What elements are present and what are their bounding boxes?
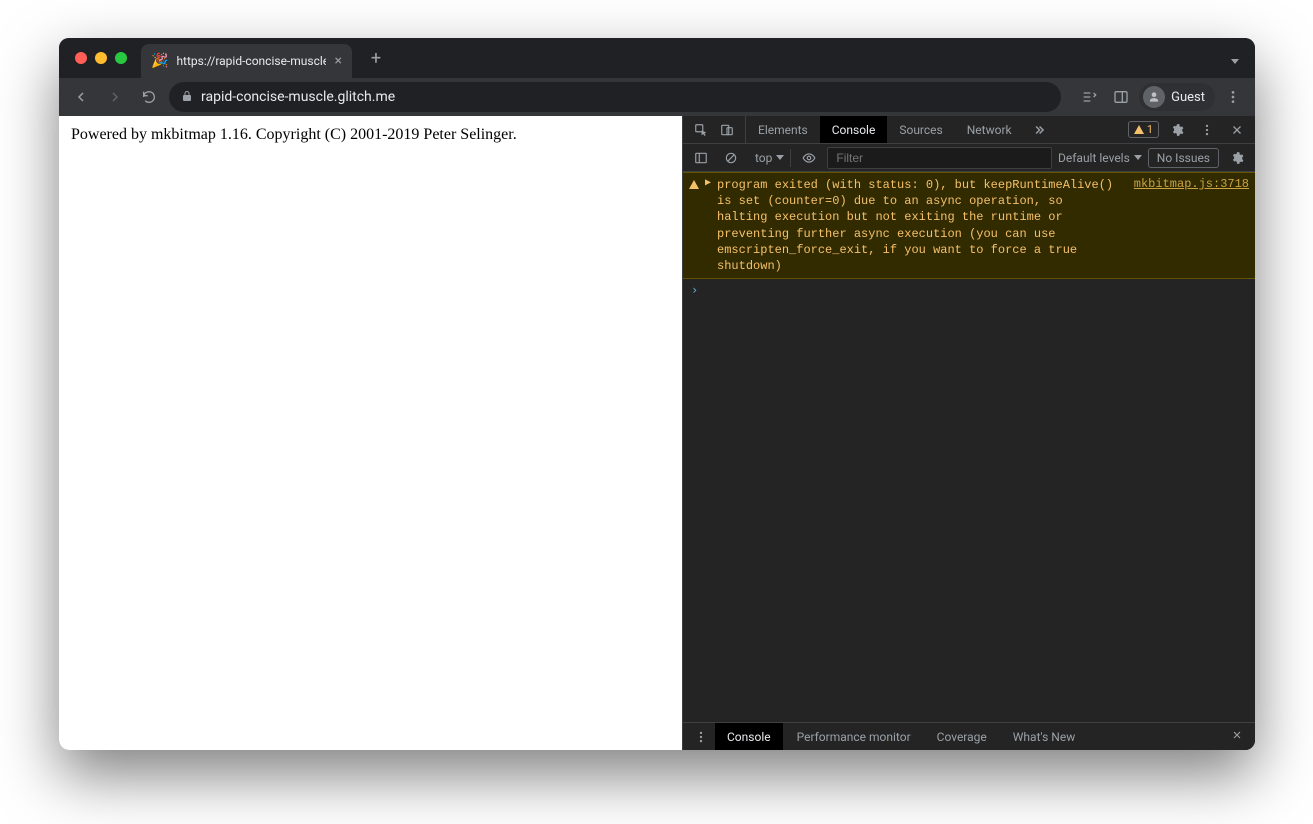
drawer-menu-icon[interactable] [689, 725, 713, 749]
page-viewport[interactable]: Powered by mkbitmap 1.16. Copyright (C) … [59, 116, 682, 750]
window-dropdown-button[interactable] [1231, 49, 1239, 68]
window-maximize-button[interactable] [115, 52, 127, 64]
live-expression-icon[interactable] [797, 146, 821, 170]
tab-network[interactable]: Network [955, 116, 1024, 143]
browser-window: 🎉 https://rapid-concise-muscle.g × + rap… [59, 38, 1255, 750]
content-row: Powered by mkbitmap 1.16. Copyright (C) … [59, 116, 1255, 750]
browser-menu-button[interactable] [1219, 83, 1247, 111]
context-label: top [755, 151, 772, 165]
devtools-menu-icon[interactable] [1195, 118, 1219, 142]
media-control-icon[interactable] [1075, 83, 1103, 111]
url-text: rapid-concise-muscle.glitch.me [201, 89, 395, 105]
profile-chip[interactable]: Guest [1139, 83, 1215, 111]
browser-toolbar: rapid-concise-muscle.glitch.me Guest [59, 78, 1255, 116]
profile-label: Guest [1171, 90, 1205, 105]
prompt-caret-icon: › [691, 283, 698, 297]
back-button[interactable] [67, 83, 95, 111]
devtools-panel: Elements Console Sources Network 1 [682, 116, 1255, 750]
console-settings-icon[interactable] [1225, 146, 1249, 170]
console-toolbar: top Default levels No Issues [683, 144, 1255, 172]
log-source-link[interactable]: mkbitmap.js:3718 [1134, 177, 1249, 274]
clear-console-icon[interactable] [719, 146, 743, 170]
console-log-row[interactable]: ▶ program exited (with status: 0), but k… [683, 172, 1255, 279]
tab-bar: 🎉 https://rapid-concise-muscle.g × + [59, 38, 1255, 78]
window-close-button[interactable] [75, 52, 87, 64]
drawer-tab-performance-monitor[interactable]: Performance monitor [785, 723, 923, 750]
warning-icon [1134, 125, 1144, 134]
log-message: program exited (with status: 0), but kee… [717, 177, 1118, 274]
tab-sources[interactable]: Sources [887, 116, 954, 143]
warnings-count: 1 [1147, 123, 1153, 136]
drawer-tab-console[interactable]: Console [715, 723, 783, 750]
tabs-overflow-button[interactable] [1024, 116, 1054, 143]
devtools-drawer: Console Performance monitor Coverage Wha… [683, 722, 1255, 750]
window-minimize-button[interactable] [95, 52, 107, 64]
devtools-close-icon[interactable] [1225, 118, 1249, 142]
warnings-badge[interactable]: 1 [1128, 121, 1159, 138]
tab-console[interactable]: Console [820, 116, 888, 143]
reload-button[interactable] [135, 83, 163, 111]
page-body-text: Powered by mkbitmap 1.16. Copyright (C) … [71, 126, 670, 144]
tab-elements[interactable]: Elements [746, 116, 820, 143]
device-toolbar-icon[interactable] [715, 118, 739, 142]
drawer-tab-whats-new[interactable]: What's New [1001, 723, 1087, 750]
devtools-settings-icon[interactable] [1165, 118, 1189, 142]
drawer-tab-coverage[interactable]: Coverage [925, 723, 999, 750]
tab-close-button[interactable]: × [334, 53, 341, 69]
filter-field[interactable] [827, 147, 1052, 169]
devtools-tabs: Elements Console Sources Network 1 [683, 116, 1255, 144]
console-output[interactable]: ▶ program exited (with status: 0), but k… [683, 172, 1255, 722]
traffic-lights [75, 52, 127, 64]
console-sidebar-toggle-icon[interactable] [689, 146, 713, 170]
filter-input[interactable] [827, 147, 1052, 169]
console-prompt[interactable]: › [683, 279, 1255, 301]
chevron-down-icon [1134, 155, 1142, 160]
tab-favicon-icon: 🎉 [151, 54, 168, 68]
side-panel-icon[interactable] [1107, 83, 1135, 111]
forward-button[interactable] [101, 83, 129, 111]
context-selector[interactable]: top [749, 149, 791, 167]
issues-button[interactable]: No Issues [1148, 148, 1219, 168]
drawer-close-button[interactable] [1225, 729, 1249, 744]
address-bar[interactable]: rapid-concise-muscle.glitch.me [169, 82, 1061, 112]
chevron-down-icon [776, 155, 784, 160]
lock-icon [181, 90, 193, 105]
levels-label: Default levels [1058, 151, 1130, 165]
toolbar-right-group: Guest [1075, 83, 1247, 111]
warning-icon [689, 180, 699, 189]
inspect-element-icon[interactable] [689, 118, 713, 142]
avatar-icon [1143, 86, 1165, 108]
tab-title: https://rapid-concise-muscle.g [176, 54, 326, 68]
log-levels-selector[interactable]: Default levels [1058, 151, 1142, 165]
browser-tab[interactable]: 🎉 https://rapid-concise-muscle.g × [141, 44, 352, 78]
expand-caret-icon[interactable]: ▶ [705, 177, 711, 274]
new-tab-button[interactable]: + [362, 44, 390, 72]
